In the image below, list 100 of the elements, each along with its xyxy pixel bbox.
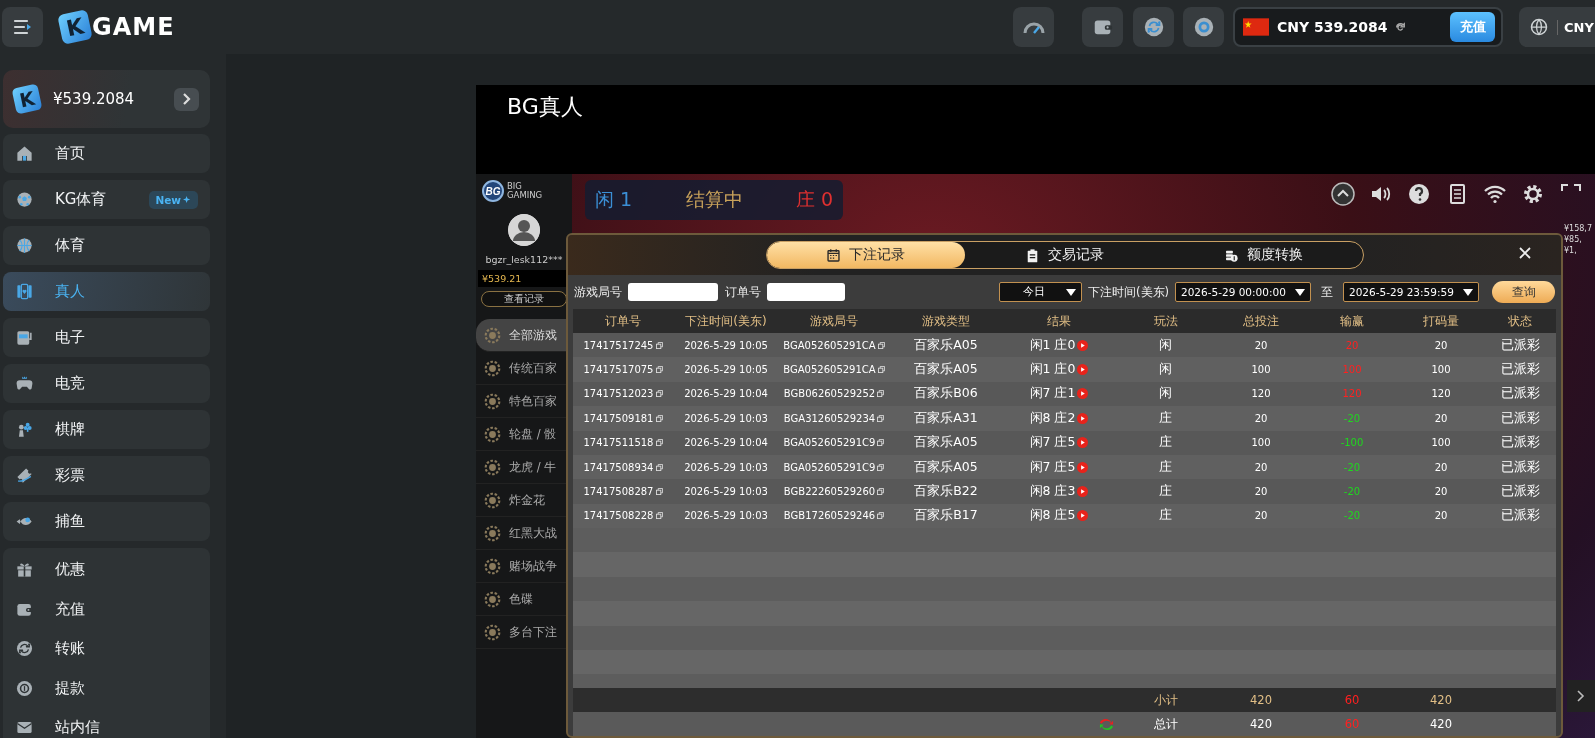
sidebar-item[interactable]: 充值 xyxy=(3,589,210,629)
table-cell-text: 闲 xyxy=(1158,385,1173,403)
order-number-field[interactable] xyxy=(767,283,845,301)
home-icon xyxy=(15,144,34,163)
play-icon[interactable] xyxy=(1077,412,1089,424)
column-header: 游戏类型 xyxy=(921,312,971,330)
end-date-dropdown[interactable]: 2026-5-29 23:59:59 xyxy=(1343,282,1479,302)
play-icon[interactable] xyxy=(1077,339,1089,351)
withdraw-button[interactable] xyxy=(1183,7,1224,47)
tab[interactable]: 下注记录 xyxy=(766,242,966,268)
refresh-icon xyxy=(15,639,34,659)
play-icon[interactable] xyxy=(1077,437,1089,449)
sparkle-icon xyxy=(183,195,192,204)
start-date-dropdown[interactable]: 2026-5-29 00:00:00 xyxy=(1175,282,1311,302)
play-icon[interactable] xyxy=(1077,364,1089,376)
play-icon[interactable] xyxy=(1077,486,1089,498)
sidebar-item[interactable]: 体育 xyxy=(3,226,210,265)
chevron-up-icon[interactable] xyxy=(1331,182,1355,206)
chip-icon xyxy=(484,392,501,410)
copy-icon[interactable] xyxy=(877,512,885,520)
copy-icon[interactable] xyxy=(655,512,663,520)
caret-icon xyxy=(1463,288,1473,296)
refresh-icon[interactable] xyxy=(1393,20,1407,34)
menu-button[interactable] xyxy=(2,7,43,47)
expand-button[interactable] xyxy=(174,87,199,111)
chevron-right-icon xyxy=(1577,690,1585,702)
copy-icon[interactable] xyxy=(655,488,663,496)
table-cell-text: 闲 xyxy=(1158,336,1173,354)
sidebar-item[interactable]: 站内信 xyxy=(3,708,210,738)
chip-icon xyxy=(484,623,501,641)
game-category[interactable]: 全部游戏 xyxy=(476,319,566,352)
language-button[interactable]: CNY xyxy=(1519,7,1595,47)
chip-icon xyxy=(484,590,501,608)
copy-icon[interactable] xyxy=(655,390,663,398)
table-cell-text: 庄 xyxy=(1158,483,1173,501)
play-icon[interactable] xyxy=(1077,388,1089,400)
round-number-field[interactable] xyxy=(628,283,718,301)
sidebar-item-label: 体育 xyxy=(55,236,85,255)
gamepad-icon xyxy=(15,374,34,393)
sidebar-item[interactable]: 真人 xyxy=(3,272,210,311)
sidebar-item[interactable]: 捕鱼 xyxy=(3,502,210,541)
avatar-icon xyxy=(508,214,540,246)
sidebar-item[interactable]: 优惠 xyxy=(3,550,210,590)
table-cell-text: 2026-5-29 10:04 xyxy=(683,437,769,449)
column-header: 结果 xyxy=(1046,312,1072,330)
sidebar-item[interactable]: 电子 xyxy=(3,318,210,357)
copy-icon[interactable] xyxy=(655,366,663,374)
play-icon[interactable] xyxy=(1077,461,1089,473)
table-cell-text: 2026-5-29 10:05 xyxy=(683,339,769,351)
category-label: 色碟 xyxy=(509,591,533,607)
sidebar-item[interactable]: 转账 xyxy=(3,629,210,669)
table-cell-text: 百家乐A05 xyxy=(913,434,979,452)
wallet-button[interactable] xyxy=(1082,7,1123,47)
copy-icon[interactable] xyxy=(655,414,663,422)
table-cell: BGA052605291CA xyxy=(779,339,889,351)
sidebar-item[interactable]: 提款 xyxy=(3,668,210,708)
copy-icon[interactable] xyxy=(877,366,885,374)
settings-icon[interactable] xyxy=(1521,182,1545,206)
sidebar-item-label: KG体育 xyxy=(55,190,107,209)
records-button[interactable]: 查看记录 xyxy=(481,291,567,307)
tab[interactable]: 交易记录 xyxy=(965,242,1164,268)
copy-icon[interactable] xyxy=(877,463,885,471)
table-cell: 17417517245 xyxy=(573,339,673,351)
play-icon[interactable] xyxy=(1077,510,1089,522)
copy-icon[interactable] xyxy=(655,341,663,349)
search-button[interactable]: 查询 xyxy=(1492,281,1555,303)
globe-icon xyxy=(1529,17,1549,37)
period-dropdown[interactable]: 今日 xyxy=(999,282,1082,302)
table-cell-text: 20 xyxy=(1433,412,1449,424)
table-cell-text: 20 xyxy=(1433,510,1449,522)
table-cell-text: -20 xyxy=(1342,486,1362,498)
transfer-button[interactable] xyxy=(1133,7,1174,47)
table-cell: 闲1 庄0 xyxy=(1003,336,1115,354)
sidebar-item[interactable]: 彩票 xyxy=(3,456,210,495)
copy-icon[interactable] xyxy=(655,439,663,447)
category-label: 红黑大战 xyxy=(509,525,557,541)
table-cell-text: 百家乐A05 xyxy=(913,458,979,476)
sidebar-item[interactable]: 电竞 xyxy=(3,364,210,403)
sidebar-item[interactable]: KG体育 New xyxy=(3,180,210,219)
copy-icon[interactable] xyxy=(877,390,885,398)
copy-icon[interactable] xyxy=(877,414,885,422)
copy-icon[interactable] xyxy=(877,341,885,349)
balance-amount: ¥1, xyxy=(1564,246,1578,255)
sidebar-item[interactable]: 棋牌 xyxy=(3,410,210,449)
close-icon[interactable] xyxy=(1519,247,1531,259)
next-button[interactable] xyxy=(1567,680,1595,712)
speedometer-button[interactable] xyxy=(1013,7,1054,47)
tab[interactable]: 额度转换 xyxy=(1163,242,1363,268)
sidebar-item[interactable]: 首页 xyxy=(3,134,210,173)
copy-icon[interactable] xyxy=(877,488,885,496)
table-cell: BGB17260529246 xyxy=(779,510,889,522)
balance-amount: CNY 539.2084 xyxy=(1277,19,1388,35)
site-logo: K GAME xyxy=(60,12,175,42)
balance-amount: ¥158,7 xyxy=(1564,224,1592,233)
copy-icon[interactable] xyxy=(655,463,663,471)
category-label: 多台下注 xyxy=(509,624,557,640)
summary-label: 小计 xyxy=(1152,692,1179,708)
sidebar-item-label: 首页 xyxy=(55,144,85,163)
copy-icon[interactable] xyxy=(877,439,885,447)
help-icon[interactable] xyxy=(1407,182,1431,206)
